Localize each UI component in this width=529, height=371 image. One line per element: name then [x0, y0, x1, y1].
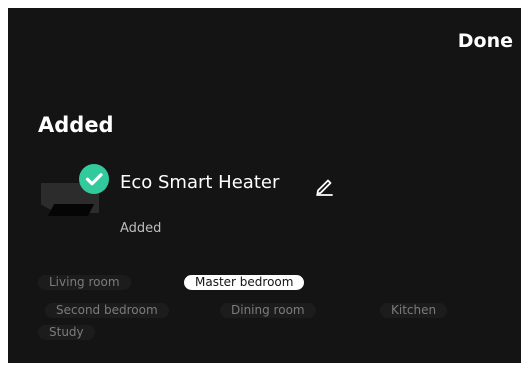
device-added-screen: Done Added Eco Smart Heater Added Living…	[8, 8, 521, 363]
room-chip-dining-room[interactable]: Dining room	[220, 303, 316, 318]
room-chip-kitchen[interactable]: Kitchen	[380, 303, 448, 318]
room-chip-study[interactable]: Study	[38, 325, 95, 340]
room-chip-living-room[interactable]: Living room	[38, 275, 131, 290]
room-chip-second-bedroom[interactable]: Second bedroom	[45, 303, 169, 318]
room-selector: Living room Master bedroom Second bedroo…	[8, 8, 521, 363]
room-chip-master-bedroom[interactable]: Master bedroom	[184, 275, 305, 290]
